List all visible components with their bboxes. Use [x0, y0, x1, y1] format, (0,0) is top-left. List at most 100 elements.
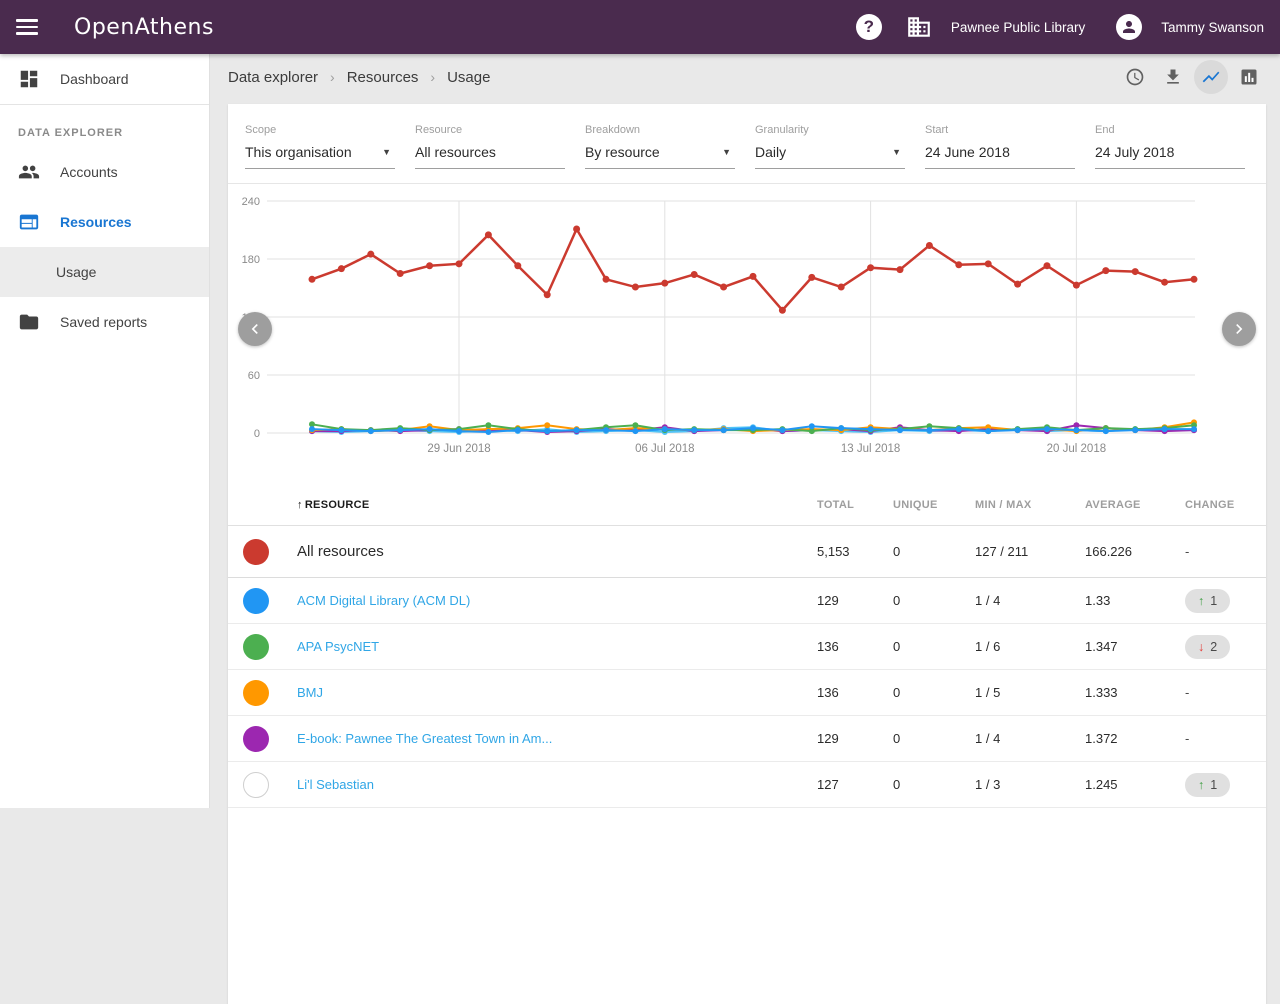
arrow-down-icon: ↓ [1198, 640, 1204, 654]
data-point [1044, 426, 1050, 432]
chart-next-button[interactable] [1222, 312, 1256, 346]
column-header-resource[interactable]: ↑RESOURCE [297, 499, 817, 511]
table-row[interactable]: Li'l Sebastian12701 / 31.245↑1 [228, 762, 1266, 808]
data-point [779, 427, 785, 433]
average-value: 1.245 [1085, 777, 1185, 792]
sidebar-item-saved-reports[interactable]: Saved reports [0, 297, 209, 347]
filter-resource: ResourceAll resources [415, 124, 565, 169]
change-badge: ↓2 [1185, 635, 1230, 659]
data-point [808, 274, 815, 281]
resource-name[interactable]: E-book: Pawnee The Greatest Town in Am..… [297, 731, 817, 746]
arrow-up-icon: ↑ [1198, 778, 1204, 792]
breadcrumb-resources[interactable]: Resources [347, 69, 419, 86]
bar-chart-view-icon[interactable] [1232, 60, 1266, 94]
change-badge: ↑1 [1185, 589, 1230, 613]
series-color-swatch [243, 772, 269, 798]
data-point [338, 265, 345, 272]
x-axis-tick: 29 Jun 2018 [427, 443, 490, 455]
min-max-value: 1 / 4 [975, 593, 1085, 608]
sidebar-item-resources[interactable]: Resources [0, 197, 209, 247]
average-value: 1.372 [1085, 731, 1185, 746]
dropdown-arrow-icon: ▼ [722, 147, 731, 157]
table-row[interactable]: E-book: Pawnee The Greatest Town in Am..… [228, 716, 1266, 762]
data-point [897, 266, 904, 273]
column-header-change[interactable]: CHANGE [1185, 499, 1266, 511]
data-point [838, 425, 844, 431]
data-point [544, 291, 551, 298]
data-point [1102, 267, 1109, 274]
average-value: 1.347 [1085, 639, 1185, 654]
column-header-unique[interactable]: UNIQUE [893, 499, 975, 511]
data-point [456, 260, 463, 267]
filter-start-value[interactable]: 24 June 2018 [925, 143, 1075, 169]
table-row[interactable]: ACM Digital Library (ACM DL)12901 / 41.3… [228, 578, 1266, 624]
filter-end-selected: 24 July 2018 [1095, 144, 1174, 160]
change-cell: ↑1 [1185, 773, 1266, 797]
average-value: 1.33 [1085, 593, 1185, 608]
column-header-total[interactable]: TOTAL [817, 499, 893, 511]
filter-end-label: End [1095, 124, 1245, 136]
people-icon [18, 161, 40, 183]
average-value: 1.333 [1085, 685, 1185, 700]
menu-icon[interactable] [0, 0, 54, 54]
history-icon[interactable] [1118, 60, 1152, 94]
sidebar-item-usage[interactable]: Usage [0, 247, 209, 297]
data-point [1132, 268, 1139, 275]
filter-granularity-value[interactable]: Daily▼ [755, 143, 905, 169]
column-header-min-max[interactable]: MIN / MAX [975, 499, 1085, 511]
change-cell: - [1185, 543, 1266, 561]
resource-name[interactable]: Li'l Sebastian [297, 777, 817, 792]
filter-granularity-label: Granularity [755, 124, 905, 136]
table-row[interactable]: APA PsycNET13601 / 61.347↓2 [228, 624, 1266, 670]
data-point [750, 425, 756, 431]
help-icon[interactable]: ? [849, 7, 889, 47]
chart-prev-button[interactable] [238, 312, 272, 346]
table-body: All resources5,1530127 / 211166.226-ACM … [228, 526, 1266, 808]
x-axis-tick: 13 Jul 2018 [841, 443, 900, 455]
filter-scope-value[interactable]: This organisation▼ [245, 143, 395, 169]
data-point [1073, 427, 1079, 433]
data-point [456, 428, 462, 434]
data-point [691, 271, 698, 278]
table-row[interactable]: BMJ13601 / 51.333- [228, 670, 1266, 716]
min-max-value: 127 / 211 [975, 544, 1085, 559]
chart-area: 06012018024029 Jun 201806 Jul 201813 Jul… [228, 184, 1266, 484]
data-point [868, 426, 874, 432]
data-point [985, 428, 991, 434]
data-point [721, 427, 727, 433]
data-point [955, 261, 962, 268]
filter-end: End 24 July 2018 [1095, 124, 1245, 169]
series-color-swatch [243, 539, 269, 565]
usage-report-card: ScopeThis organisation▼ResourceAll resou… [228, 104, 1266, 1004]
organisation-name[interactable]: Pawnee Public Library [951, 20, 1085, 35]
data-point [603, 427, 609, 433]
filter-resource-value[interactable]: All resources [415, 143, 565, 169]
change-cell: - [1185, 730, 1266, 748]
data-point [691, 427, 697, 433]
swatch-cell [243, 634, 297, 660]
table-row[interactable]: All resources5,1530127 / 211166.226- [228, 526, 1266, 578]
dropdown-arrow-icon: ▼ [892, 147, 901, 157]
breadcrumb-data-explorer[interactable]: Data explorer [228, 69, 318, 86]
unique-value: 0 [893, 685, 975, 700]
resource-name[interactable]: BMJ [297, 685, 817, 700]
line-chart-view-icon[interactable] [1194, 60, 1228, 94]
sidebar-item-dashboard[interactable]: Dashboard [0, 54, 209, 104]
user-avatar-icon[interactable] [1109, 7, 1149, 47]
swatch-cell [243, 772, 297, 798]
organisation-icon[interactable] [899, 7, 939, 47]
resource-name: All resources [297, 543, 817, 560]
data-point [632, 284, 639, 291]
user-name[interactable]: Tammy Swanson [1161, 20, 1264, 35]
min-max-value: 1 / 3 [975, 777, 1085, 792]
resource-name[interactable]: ACM Digital Library (ACM DL) [297, 593, 817, 608]
filter-end-value[interactable]: 24 July 2018 [1095, 143, 1245, 169]
resource-name[interactable]: APA PsycNET [297, 639, 817, 654]
filter-breakdown-value[interactable]: By resource▼ [585, 143, 735, 169]
filters-row: ScopeThis organisation▼ResourceAll resou… [228, 104, 1266, 169]
column-header-average[interactable]: AVERAGE [1085, 499, 1185, 511]
data-point [867, 264, 874, 271]
download-icon[interactable] [1156, 60, 1190, 94]
unique-value: 0 [893, 731, 975, 746]
sidebar-item-accounts[interactable]: Accounts [0, 147, 209, 197]
